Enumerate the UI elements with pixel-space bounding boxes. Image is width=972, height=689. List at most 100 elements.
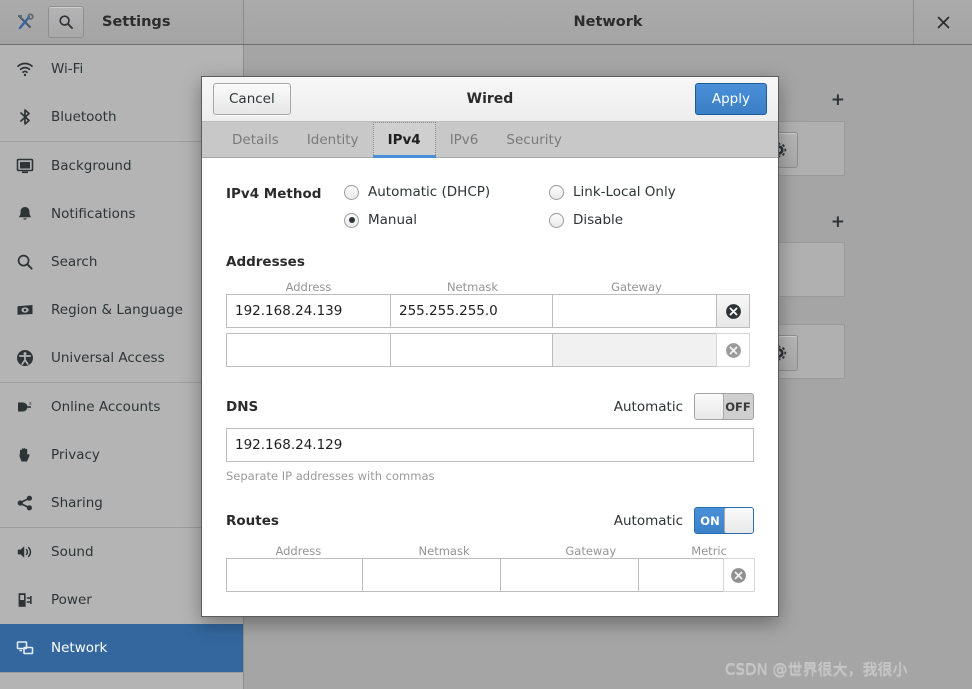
routes-section-header: Routes Automatic ON [226, 507, 754, 534]
wifi-icon [13, 57, 37, 81]
sidebar-item-label: Universal Access [51, 350, 165, 366]
dns-hint: Separate IP addresses with commas [226, 469, 435, 483]
sidebar-item-label: Privacy [51, 447, 100, 463]
radio-indicator [344, 212, 359, 228]
address-input[interactable] [226, 333, 391, 367]
ipv4-method-label: IPv4 Method [226, 186, 322, 202]
dns-servers-input[interactable]: 192.168.24.129 [226, 428, 754, 462]
address-row: 192.168.24.139 255.255.255.0 [226, 294, 754, 328]
address-row [226, 333, 754, 367]
delete-address-button[interactable] [716, 294, 750, 328]
tab-security[interactable]: Security [492, 122, 575, 157]
column-header-address: Address [275, 544, 322, 558]
routes-label: Routes [226, 512, 279, 529]
svg-text:s: s [29, 401, 32, 407]
dialog-headerbar: Cancel Wired Apply [202, 77, 778, 122]
app-title: Settings [102, 14, 171, 30]
search-button[interactable] [48, 6, 84, 38]
route-gateway-input[interactable] [500, 558, 640, 592]
route-netmask-input[interactable] [362, 558, 502, 592]
accessibility-icon [13, 346, 37, 370]
addresses-column-headers: Address Netmask Gateway [226, 280, 754, 294]
routes-automatic-label: Automatic [613, 512, 683, 529]
dns-automatic-label: Automatic [613, 398, 683, 415]
radio-label: Manual [368, 212, 418, 228]
dns-automatic-toggle[interactable]: OFF [694, 393, 754, 420]
tab-ipv4[interactable]: IPv4 [372, 122, 436, 158]
delete-circle-icon [731, 567, 747, 583]
toggle-knob [695, 394, 724, 419]
panel-title: Network [573, 14, 643, 30]
tab-ipv6[interactable]: IPv6 [436, 122, 493, 157]
radio-label: Automatic (DHCP) [368, 184, 491, 200]
close-button[interactable] [913, 0, 972, 44]
delete-circle-icon [725, 342, 741, 358]
column-header-netmask: Netmask [418, 544, 470, 558]
addresses-section: Addresses Address Netmask Gateway 192.16… [226, 254, 754, 367]
settings-window: Settings Network + + Wi-Fi Bluetooth Bac… [0, 0, 972, 689]
close-icon [937, 16, 949, 28]
routes-automatic-toggle[interactable]: ON [694, 507, 754, 534]
radio-manual[interactable]: Manual [344, 212, 549, 228]
sidebar-item-label: Sound [51, 544, 94, 560]
power-plug-icon [13, 588, 37, 612]
sidebar-item-label: Online Accounts [51, 399, 161, 415]
headerbar-right: Network [244, 0, 972, 44]
tab-identity[interactable]: Identity [293, 122, 373, 157]
sidebar-item-label: Background [51, 158, 132, 174]
address-input[interactable]: 192.168.24.139 [226, 294, 391, 328]
search-icon [59, 15, 73, 29]
ipv4-settings-pane: IPv4 Method Automatic (DHCP) Link-Local … [202, 158, 778, 616]
dialog-tabbar[interactable]: Details Identity IPv4 IPv6 Security [202, 122, 778, 158]
online-accounts-icon: s [13, 395, 37, 419]
radio-indicator [344, 184, 359, 200]
column-header-address: Address [285, 280, 332, 294]
routes-automatic-control: Automatic ON [614, 507, 754, 534]
cancel-button[interactable]: Cancel [213, 83, 291, 115]
radio-disable[interactable]: Disable [549, 212, 754, 228]
gateway-input[interactable] [552, 294, 717, 328]
apply-button[interactable]: Apply [694, 83, 767, 115]
search-icon [13, 250, 37, 274]
dns-label: DNS [226, 398, 259, 415]
toggle-state-label: OFF [725, 399, 751, 414]
sidebar-item-label: Bluetooth [51, 109, 117, 125]
column-header-netmask: Netmask [446, 280, 499, 294]
route-metric-input[interactable] [638, 558, 724, 592]
route-address-input[interactable] [226, 558, 364, 592]
sidebar-item-label: Notifications [51, 206, 136, 222]
region-language-icon [13, 298, 37, 322]
netmask-input[interactable]: 255.255.255.0 [390, 294, 553, 328]
column-header-metric: Metric [691, 544, 727, 558]
toggle-state-label: ON [695, 508, 725, 533]
column-header-gateway: Gateway [565, 544, 617, 558]
dns-section-header: DNS Automatic OFF [226, 393, 754, 420]
column-header-gateway: Gateway [611, 280, 662, 294]
delete-circle-icon [725, 303, 741, 319]
netmask-input[interactable] [390, 333, 553, 367]
radio-label: Disable [573, 212, 624, 228]
headerbar-left: Settings [0, 0, 244, 44]
speaker-icon [13, 540, 37, 564]
radio-automatic-dhcp[interactable]: Automatic (DHCP) [344, 184, 549, 200]
sidebar-item-label: Power [51, 592, 92, 608]
ipv4-method-options[interactable]: Automatic (DHCP) Link-Local Only Manual … [344, 184, 754, 228]
bluetooth-icon [13, 105, 37, 129]
radio-link-local-only[interactable]: Link-Local Only [549, 184, 754, 200]
wired-connection-dialog: Cancel Wired Apply Details Identity IPv4… [201, 76, 779, 617]
sidebar-item-label: Search [51, 254, 98, 270]
routes-column-headers: Address Netmask Gateway Metric [226, 544, 754, 558]
sidebar-item-network[interactable]: Network [0, 624, 243, 672]
tab-details[interactable]: Details [218, 122, 293, 157]
sidebar-item-label: Network [51, 640, 108, 656]
route-row [226, 558, 755, 592]
delete-route-button[interactable] [722, 558, 755, 592]
addresses-label: Addresses [226, 254, 305, 270]
radio-indicator [549, 184, 564, 200]
delete-address-button[interactable] [716, 333, 750, 367]
ipv4-method-section: IPv4 Method Automatic (DHCP) Link-Local … [226, 184, 754, 228]
dns-automatic-control: Automatic OFF [614, 393, 754, 420]
gateway-input[interactable] [552, 333, 717, 367]
radio-indicator [549, 212, 564, 228]
radio-label: Link-Local Only [573, 184, 676, 200]
